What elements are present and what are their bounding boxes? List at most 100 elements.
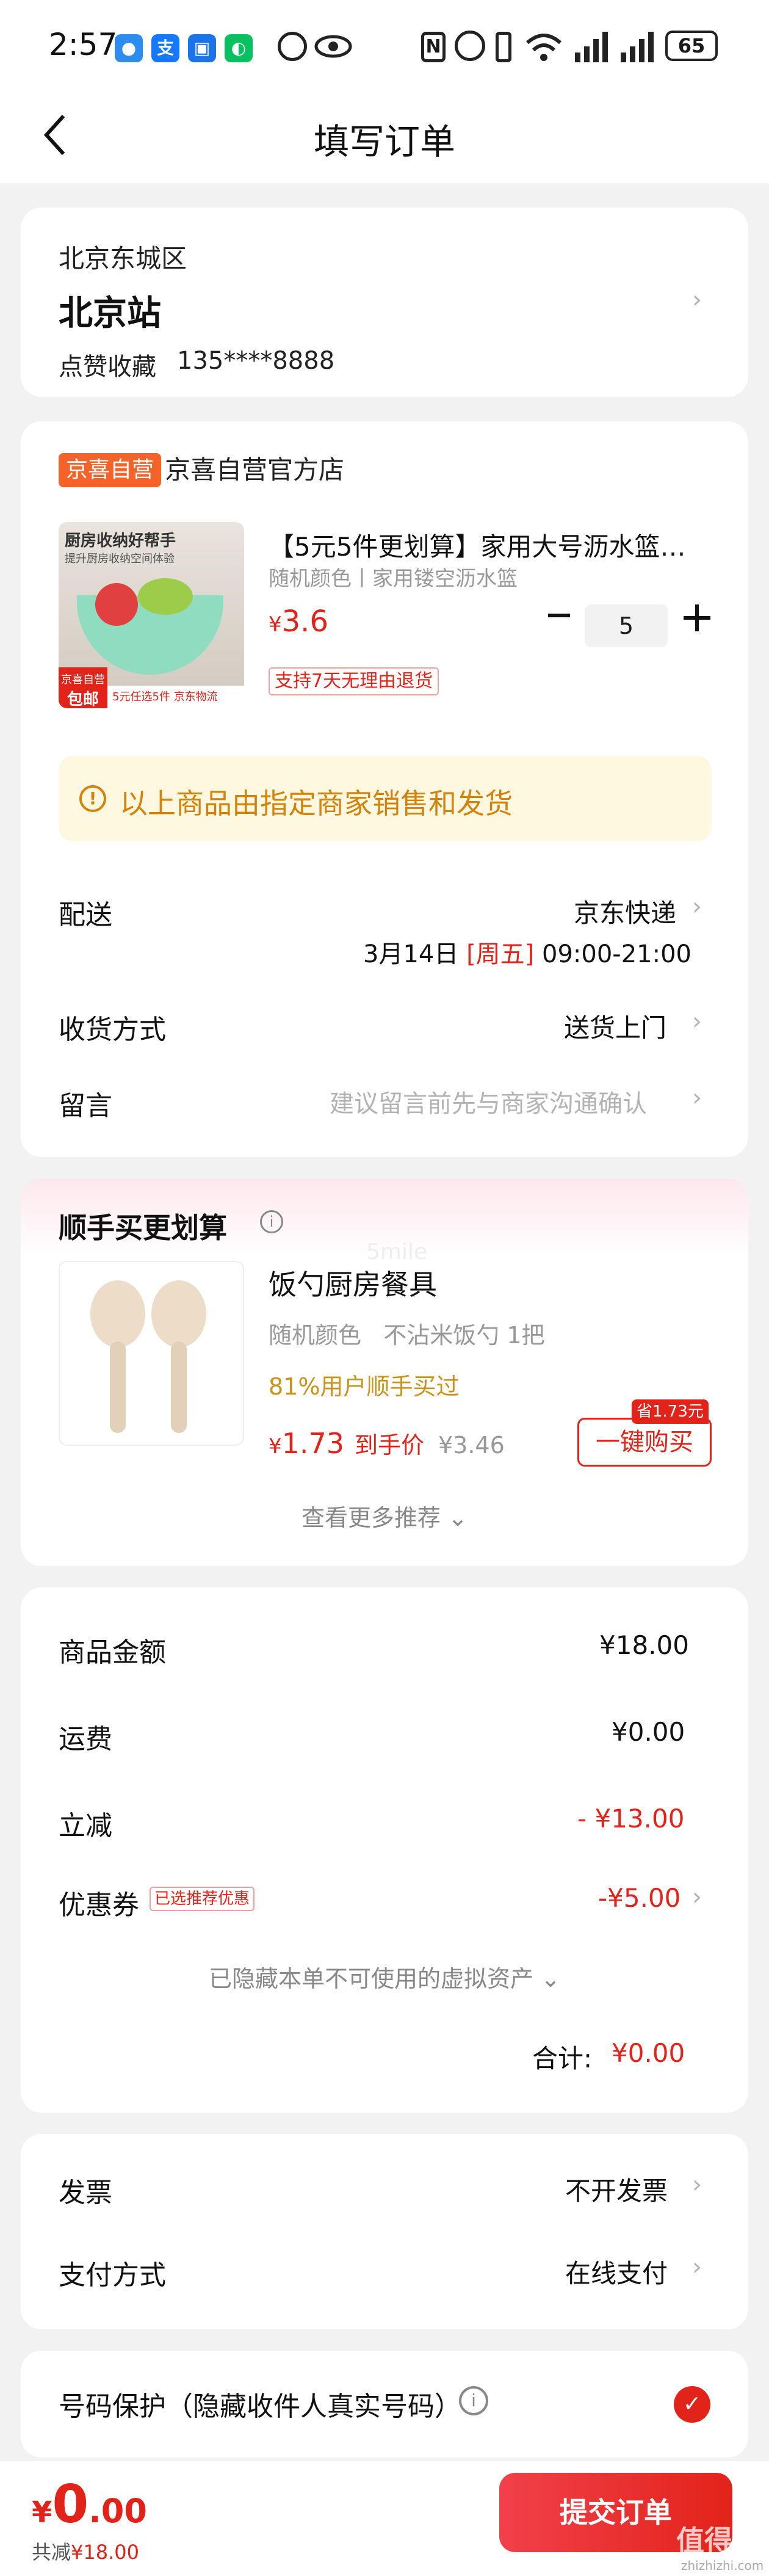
receive-method-value[interactable]: 送货上门 [564, 1007, 666, 1045]
watermark-url: zhizhizhi.com [681, 2558, 764, 2573]
wechat-icon: ◐ [225, 34, 253, 62]
delivery-time: 09:00-21:00 [542, 940, 691, 968]
image-caption-sub: 提升厨房收纳空间体验 [65, 553, 175, 565]
invoice-payment-card [21, 2134, 748, 2329]
delivery-weekday: [周五] [466, 940, 535, 968]
coupon-tag: 已选推荐优惠 [150, 1887, 255, 1911]
hidden-assets-text: 已隐藏本单不可使用的虚拟资产 [209, 1965, 534, 1992]
status-time: 2:57 [49, 27, 118, 62]
instant-discount-label: 立减 [59, 1810, 112, 1841]
invoice-label: 发票 [59, 2177, 112, 2208]
payable-symbol: ¥ [32, 2495, 52, 2530]
invoice-value[interactable]: 不开发票 [565, 2171, 668, 2208]
coupon-chevron-icon: › [692, 1883, 702, 1911]
chevron-down-icon: ⌄ [533, 1965, 560, 1992]
vibrate-icon [496, 32, 511, 62]
vegetable-shape [138, 578, 193, 615]
upsell-watermark: 5mile [366, 1239, 428, 1264]
alarm-icon [455, 31, 485, 61]
payable-int: 0 [52, 2474, 89, 2535]
upsell-price-value: 1.73 [281, 1427, 345, 1460]
upsell-item-price: ¥1.73 到手价 [269, 1426, 424, 1460]
total-label: 合计: [532, 2044, 593, 2073]
product-price: ¥3.6 [269, 604, 328, 639]
more-recommend-text: 查看更多推荐 [301, 1504, 441, 1531]
goods-amount-label: 商品金额 [59, 1637, 166, 1668]
chevron-down-icon: ⌄ [441, 1504, 468, 1531]
store-name: 京喜自营官方店 [165, 455, 345, 485]
message-label: 留言 [59, 1090, 112, 1122]
coupon-value[interactable]: -¥5.00 [598, 1883, 681, 1913]
image-promo: 5元任选5件 京东物流 [107, 686, 244, 708]
address-detail: 北京站 [59, 294, 161, 333]
delivery-carrier[interactable]: 京东快递 [574, 893, 676, 930]
price-symbol: ¥ [269, 612, 282, 637]
hidden-assets-link[interactable]: 已隐藏本单不可使用的虚拟资产 ⌄ [0, 1960, 769, 1994]
number-protection-label: 号码保护（隐藏收件人真实号码） [59, 2391, 461, 2422]
product-spec: 随机颜色丨家用镂空沥水篮 [269, 567, 518, 591]
vpn-icon [278, 32, 307, 61]
invoice-chevron-icon: › [692, 2171, 702, 2199]
recipient-phone: 135****8888 [177, 347, 335, 375]
signal-icon [575, 32, 608, 62]
payment-label: 支付方式 [59, 2260, 166, 2291]
quantity-plus-button[interactable] [684, 604, 710, 631]
message-app-icon: ● [115, 34, 143, 62]
privacy-checkbox[interactable]: ✓ [674, 2386, 710, 2423]
fruit-shape [95, 583, 138, 626]
delivery-date: 3月14日 [周五] 09:00-21:00 [363, 934, 691, 970]
receive-method-label: 收货方式 [59, 1014, 166, 1045]
total-saved: 共减¥18.00 [32, 2537, 139, 2565]
spoon-head-shape-2 [151, 1280, 206, 1348]
shipping-label: 运费 [59, 1724, 112, 1755]
spoon-head-shape [90, 1280, 145, 1348]
coupon-label: 优惠券 [59, 1890, 139, 1921]
privacy-info-icon[interactable]: i [459, 2386, 488, 2415]
delivery-chevron-icon: › [692, 893, 702, 921]
info-icon: ! [79, 785, 106, 812]
payment-value[interactable]: 在线支付 [565, 2253, 668, 2290]
return-tag: 支持7天无理由退货 [269, 667, 439, 695]
app-icon: ▣ [188, 34, 216, 62]
spoon-handle-shape-2 [171, 1341, 187, 1433]
image-badge: 京喜自营 包邮 [59, 667, 107, 708]
delivery-label: 配送 [59, 899, 112, 931]
image-badge-bottom: 包邮 [67, 691, 99, 708]
total-value: ¥0.00 [612, 2038, 685, 2068]
recipient-name: 点赞收藏 [59, 353, 156, 381]
eye-icon [314, 35, 352, 58]
address-chevron-icon: › [692, 286, 702, 314]
alipay-icon: 支 [151, 34, 179, 62]
nfc-icon: N [421, 32, 446, 62]
image-caption-top: 厨房收纳好帮手 [65, 532, 176, 550]
upsell-info-icon[interactable]: i [260, 1210, 283, 1233]
watermark-logo: 值得值 [676, 2524, 760, 2557]
wifi-icon [526, 34, 561, 61]
seller-notice-text: 以上商品由指定商家销售和发货 [120, 787, 513, 820]
page-title: 填写订单 [313, 121, 455, 162]
spoon-handle-shape [110, 1341, 126, 1433]
product-title[interactable]: 【5元5件更划算】家用大号沥水篮… [269, 526, 708, 564]
message-input[interactable]: 建议留言前先与商家沟通确认 [330, 1084, 647, 1119]
goods-amount-value: ¥18.00 [599, 1630, 689, 1660]
image-badge-top: 京喜自营 [61, 673, 105, 686]
upsell-item-title[interactable]: 饭勺厨房餐具 [269, 1263, 437, 1303]
upsell-item-image[interactable] [59, 1261, 244, 1446]
message-chevron-icon: › [692, 1084, 702, 1112]
price-value: 3.6 [281, 604, 328, 639]
upsell-title: 顺手买更划算 [59, 1211, 227, 1244]
upsell-item-spec: 随机颜色 不沾米饭勺 1把 [269, 1322, 545, 1349]
signal-icon-2 [621, 32, 654, 62]
quantity-input[interactable]: 5 [585, 604, 668, 647]
more-recommend-link[interactable]: 查看更多推荐 ⌄ [0, 1499, 769, 1533]
total-saved-value: ¥18.00 [71, 2541, 139, 2564]
quantity-minus-button[interactable] [548, 614, 570, 617]
one-click-buy-button[interactable]: 一键购买 [577, 1418, 712, 1467]
instant-discount-value: - ¥13.00 [577, 1804, 685, 1834]
total-saved-label: 共减 [32, 2541, 71, 2564]
payable-amount: ¥0.00 [32, 2474, 147, 2535]
upsell-price-suffix: 到手价 [355, 1432, 425, 1459]
product-image[interactable]: 厨房收纳好帮手 提升厨房收纳空间体验 京喜自营 包邮 5元任选5件 京东物流 [59, 522, 244, 708]
payable-dec: .00 [88, 2492, 147, 2530]
store-badge: 京喜自营 [59, 453, 162, 487]
